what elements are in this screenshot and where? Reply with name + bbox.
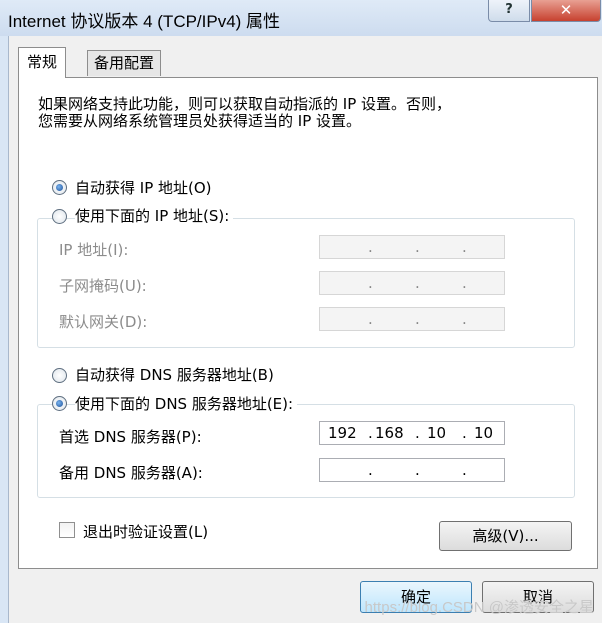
auto-dns-radio[interactable] xyxy=(52,368,67,383)
octet-separator: . xyxy=(415,424,420,442)
tab-general[interactable]: 常规 xyxy=(18,47,67,78)
auto-dns-label[interactable]: 自动获得 DNS 服务器地址(B) xyxy=(75,364,274,385)
tab-alternate-config[interactable]: 备用配置 xyxy=(87,50,162,76)
description-line-2: 您需要从网络系统管理员处获得适当的 IP 设置。 xyxy=(38,112,362,130)
validate-label[interactable]: 退出时验证设置(L) xyxy=(83,521,208,542)
octet-separator: . xyxy=(462,424,467,442)
ip-address-field: ... xyxy=(319,235,505,259)
manual-ip-radio[interactable] xyxy=(52,209,67,224)
title-bar: Internet 协议版本 4 (TCP/IPv4) 属性 ? ✕ xyxy=(0,0,602,36)
auto-ip-radio[interactable] xyxy=(52,180,67,195)
manual-dns-group xyxy=(37,404,575,498)
preferred-dns-field[interactable]: 192 . 168 . 10 . 10 xyxy=(319,421,505,445)
gateway-label: 默认网关(D): xyxy=(59,313,148,331)
preferred-dns-octet-2[interactable]: 168 xyxy=(375,424,404,442)
validate-checkbox[interactable] xyxy=(59,522,75,538)
preferred-dns-octet-4[interactable]: 10 xyxy=(474,424,493,442)
watermark: https://blog.CSDN @渗透安全之星 xyxy=(364,599,594,616)
gateway-field: ... xyxy=(319,307,505,331)
manual-dns-label[interactable]: 使用下面的 DNS 服务器地址(E): xyxy=(75,393,298,414)
manual-dns-radio[interactable] xyxy=(52,396,67,411)
general-panel: 如果网络支持此功能，则可以获取自动指派的 IP 设置。否则， 您需要从网络系统管… xyxy=(18,77,598,569)
help-button[interactable]: ? xyxy=(488,0,530,22)
ip-address-label: IP 地址(I): xyxy=(59,241,129,259)
subnet-mask-field: ... xyxy=(319,271,505,295)
preferred-dns-label: 首选 DNS 服务器(P): xyxy=(59,428,202,446)
octet-separator: . xyxy=(368,424,373,442)
alternate-dns-field[interactable]: ... xyxy=(319,458,505,482)
advanced-button[interactable]: 高级(V)... xyxy=(439,521,572,551)
manual-ip-label[interactable]: 使用下面的 IP 地址(S): xyxy=(75,205,234,226)
auto-ip-label[interactable]: 自动获得 IP 地址(O) xyxy=(75,177,212,198)
close-button[interactable]: ✕ xyxy=(531,0,601,22)
preferred-dns-octet-1[interactable]: 192 xyxy=(328,424,357,442)
subnet-mask-label: 子网掩码(U): xyxy=(59,277,147,295)
alternate-dns-label: 备用 DNS 服务器(A): xyxy=(59,464,203,482)
window-title: Internet 协议版本 4 (TCP/IPv4) 属性 xyxy=(8,12,281,31)
preferred-dns-octet-3[interactable]: 10 xyxy=(427,424,446,442)
